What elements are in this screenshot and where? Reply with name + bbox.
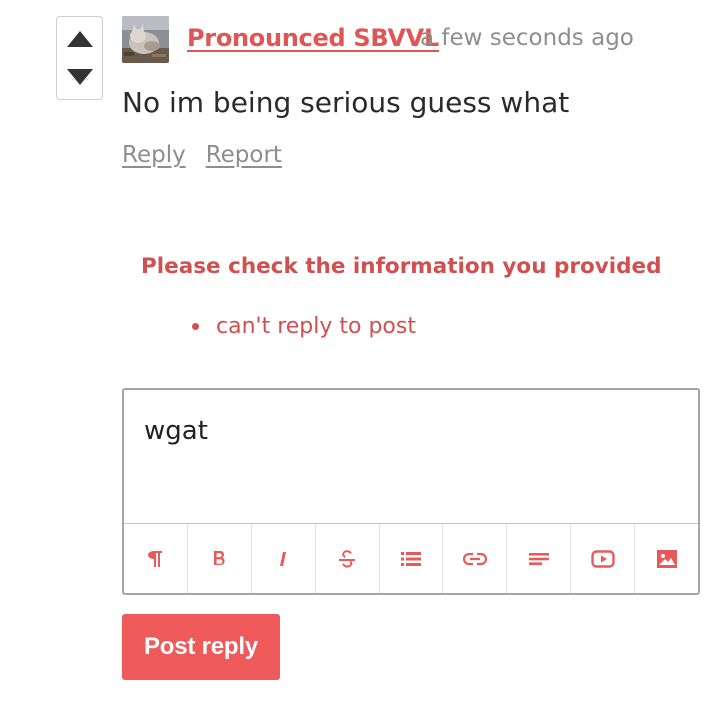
align-left-icon (528, 552, 549, 565)
strikethrough-icon (339, 549, 356, 568)
post-reply-button[interactable]: Post reply (122, 614, 280, 680)
avatar[interactable] (122, 16, 169, 63)
upvote-button[interactable] (57, 19, 102, 59)
bullet-list-icon (401, 551, 421, 566)
video-button[interactable] (571, 524, 636, 593)
comment-text: No im being serious guess what (122, 86, 570, 119)
italic-button[interactable] (252, 524, 316, 593)
paragraph-button[interactable] (124, 524, 188, 593)
author-link[interactable]: Pronounced SBVVL (187, 24, 439, 52)
bold-button[interactable] (188, 524, 252, 593)
youtube-icon (590, 549, 615, 568)
pilcrow-icon (148, 550, 163, 567)
error-title: Please check the information you provide… (141, 254, 662, 279)
image-button[interactable] (635, 524, 698, 593)
error-item: can't reply to post (192, 314, 416, 339)
comment-actions: Reply Report (122, 142, 282, 168)
triangle-up-icon (66, 31, 93, 47)
link-button[interactable] (443, 524, 508, 593)
bold-icon (214, 550, 225, 565)
triangle-down-icon (66, 69, 93, 85)
cat-avatar-image (122, 16, 169, 63)
error-list: can't reply to post (192, 314, 416, 339)
editor-toolbar (124, 523, 698, 593)
italic-icon (280, 551, 287, 566)
bullet-list-button[interactable] (380, 524, 444, 593)
reply-editor: wgat (122, 388, 700, 595)
image-icon (656, 549, 677, 568)
vote-control (56, 16, 103, 100)
reply-link[interactable]: Reply (122, 142, 186, 168)
reply-textarea[interactable]: wgat (124, 390, 698, 523)
report-link[interactable]: Report (206, 142, 282, 168)
align-button[interactable] (507, 524, 572, 593)
strikethrough-button[interactable] (316, 524, 380, 593)
comment-timestamp: a few seconds ago (420, 25, 634, 51)
link-icon (462, 552, 487, 565)
downvote-button[interactable] (57, 57, 102, 97)
